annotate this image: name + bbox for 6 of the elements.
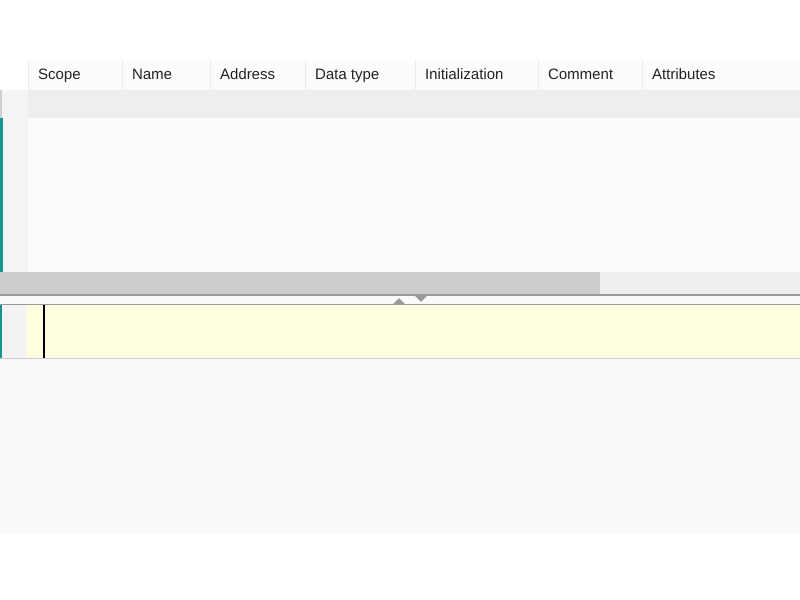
scrollbar-thumb[interactable]	[0, 272, 600, 294]
text-cursor	[43, 305, 45, 358]
splitter[interactable]	[0, 294, 800, 305]
editor-gutter	[0, 305, 26, 358]
horizontal-scrollbar[interactable]	[0, 272, 800, 294]
expand-down-icon[interactable]	[415, 296, 427, 302]
